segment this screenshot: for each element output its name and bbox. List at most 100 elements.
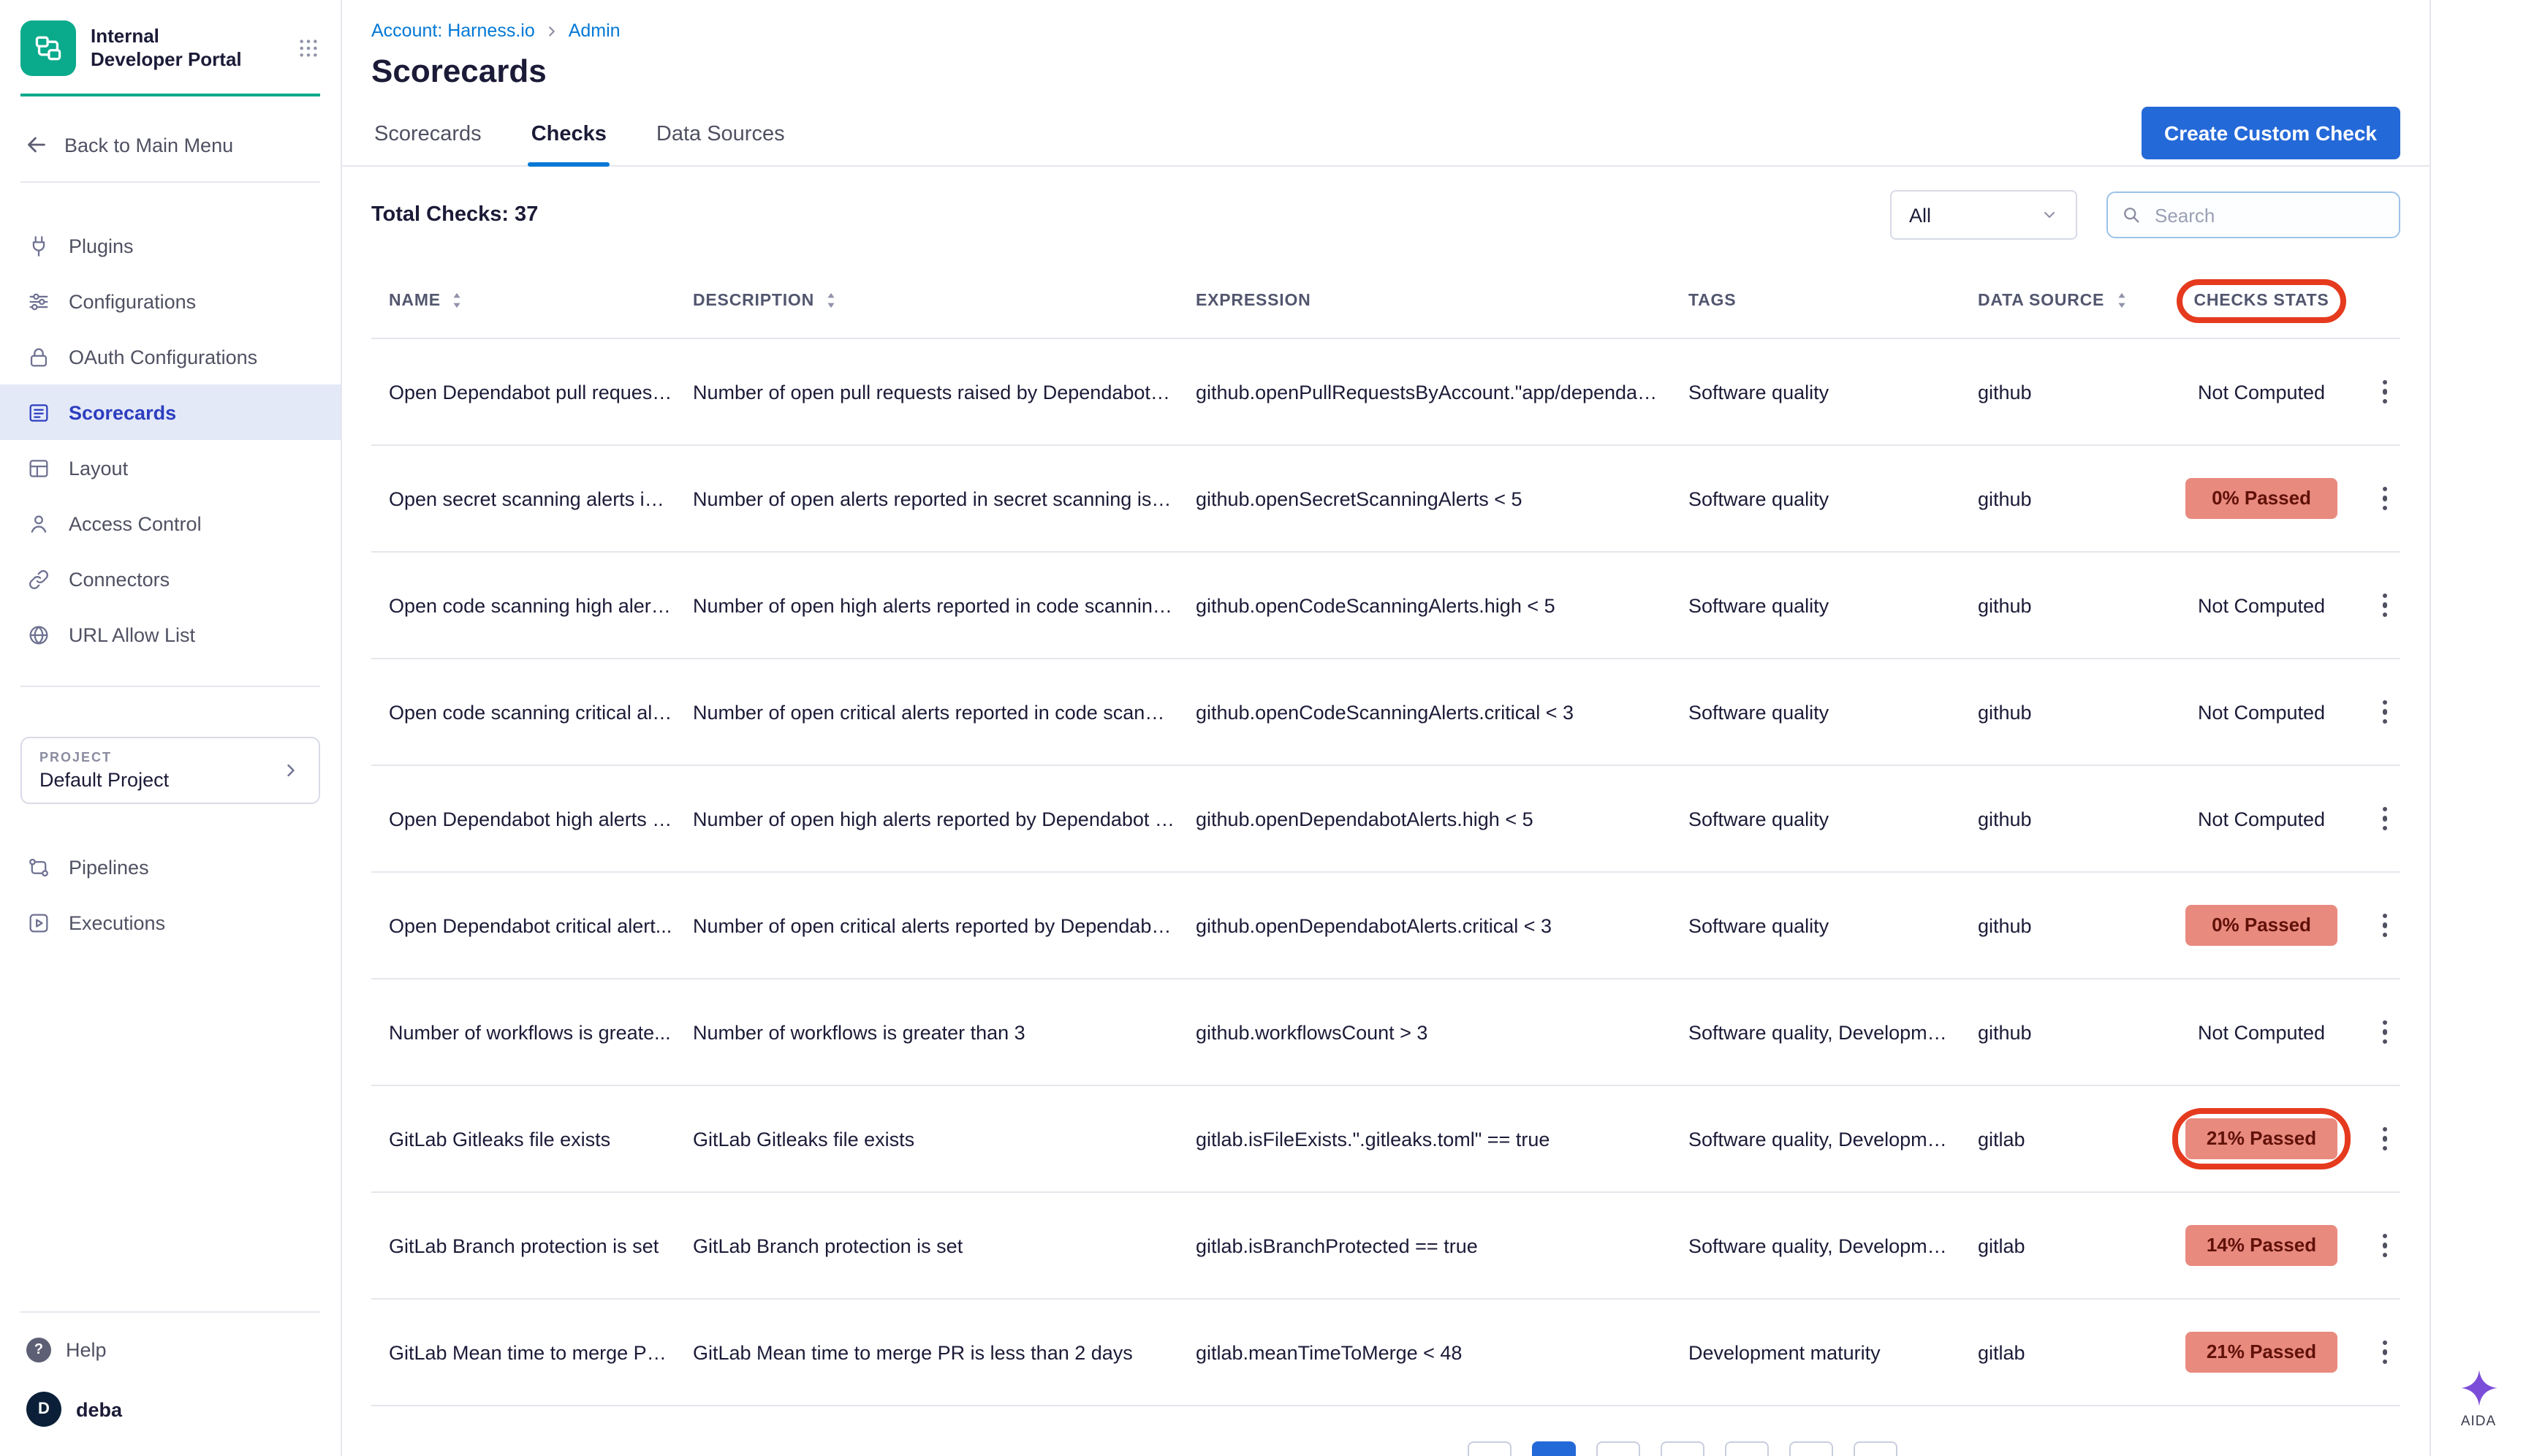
check-data-source: gitlab (1978, 1128, 2153, 1150)
create-custom-check-button[interactable]: Create Custom Check (2141, 106, 2400, 159)
divider (20, 181, 320, 183)
status-badge: 14% Passed (2185, 1225, 2337, 1266)
table-row[interactable]: Open Dependabot high alerts i... Number … (371, 766, 2400, 873)
page-button-5[interactable]: 5 (1789, 1441, 1833, 1456)
sort-icon[interactable] (450, 291, 466, 310)
table-body: Open Dependabot pull request... Number o… (371, 339, 2400, 1406)
sliders-icon (26, 289, 51, 314)
user-menu[interactable]: D deba (0, 1377, 341, 1441)
page-button-[interactable]: ‹ (1468, 1441, 1512, 1456)
sidebar-item-scorecards[interactable]: Scorecards (0, 384, 341, 440)
check-tags: Software quality, Development... (1688, 1128, 1978, 1150)
check-data-source: gitlab (1978, 1235, 2153, 1256)
table-row[interactable]: GitLab Mean time to merge PR ... GitLab … (371, 1300, 2400, 1406)
sort-icon[interactable] (2113, 291, 2129, 310)
project-name: Default Project (39, 769, 169, 791)
kebab-menu-icon[interactable] (2370, 1020, 2400, 1044)
sidebar-menu-secondary: Pipelines Executions (0, 804, 341, 950)
kebab-menu-icon[interactable] (2370, 380, 2400, 404)
column-label: DESCRIPTION (693, 292, 814, 309)
status-badge: 21% Passed (2185, 1332, 2337, 1373)
check-data-source: github (1978, 488, 2153, 509)
sidebar-item-layout[interactable]: Layout (0, 440, 341, 496)
page-button-3[interactable]: 3 (1661, 1441, 1704, 1456)
check-stats: 0% Passed (2153, 478, 2370, 519)
sidebar-item-configurations[interactable]: Configurations (0, 273, 341, 329)
status-badge: 0% Passed (2185, 478, 2337, 519)
sidebar-item-url-allow-list[interactable]: URL Allow List (0, 607, 341, 662)
back-label: Back to Main Menu (64, 134, 233, 156)
check-tags: Development maturity (1688, 1341, 1978, 1363)
check-tags: Software quality (1688, 914, 1978, 936)
project-selector[interactable]: PROJECT Default Project (20, 737, 320, 804)
table-row[interactable]: Open secret scanning alerts is ... Numbe… (371, 446, 2400, 553)
table-row[interactable]: Open Dependabot critical alert... Number… (371, 873, 2400, 979)
tab-checks[interactable]: Checks (528, 123, 610, 165)
column-header-data-source[interactable]: DATA SOURCE (1978, 291, 2153, 310)
chevron-right-icon (281, 760, 301, 781)
table-row[interactable]: Open code scanning high alert... Number … (371, 553, 2400, 659)
kebab-menu-icon[interactable] (2370, 487, 2400, 511)
page-button-[interactable]: › (1854, 1441, 1897, 1456)
check-stats: Not Computed (2153, 701, 2370, 723)
toolbar-right: All (1890, 190, 2400, 240)
kebab-menu-icon[interactable] (2370, 594, 2400, 618)
sidebar-item-access-control[interactable]: Access Control (0, 496, 341, 551)
sidebar-item-label: Connectors (69, 568, 170, 590)
help-button[interactable]: ? Help (0, 1322, 341, 1377)
table-row[interactable]: GitLab Gitleaks file exists GitLab Gitle… (371, 1086, 2400, 1193)
page-button-4[interactable]: 4 (1725, 1441, 1769, 1456)
sidebar-item-label: OAuth Configurations (69, 346, 257, 368)
toolbar: Total Checks: 37 All (342, 167, 2430, 263)
check-expression: gitlab.isFileExists.".gitleaks.toml" == … (1196, 1128, 1688, 1150)
filter-dropdown[interactable]: All (1890, 190, 2077, 240)
table-header: NAMEDESCRIPTION EXPRESSIONTAGS DATA SOURCE… (371, 263, 2400, 339)
kebab-menu-icon[interactable] (2370, 807, 2400, 831)
breadcrumb-admin-link[interactable]: Admin (569, 20, 621, 41)
breadcrumb-account-link[interactable]: Account: Harness.io (371, 20, 535, 41)
page-button-1[interactable]: 1 (1532, 1441, 1576, 1456)
checks-table: NAMEDESCRIPTION EXPRESSIONTAGS DATA SOURCE… (342, 263, 2430, 1406)
check-name: Open Dependabot high alerts i... (371, 808, 693, 830)
page-button-2[interactable]: 2 (1596, 1441, 1640, 1456)
sidebar-item-oauth-configurations[interactable]: OAuth Configurations (0, 329, 341, 384)
kebab-menu-icon[interactable] (2370, 700, 2400, 724)
kebab-menu-icon[interactable] (2370, 1234, 2400, 1258)
aida-assistant-button[interactable]: AIDA (2459, 1368, 2498, 1430)
check-expression: github.openDependabotAlerts.high < 5 (1196, 808, 1688, 830)
aida-sparkle-icon (2459, 1368, 2498, 1408)
column-header-name[interactable]: NAME (371, 291, 693, 310)
search-input[interactable] (2106, 192, 2400, 238)
tab-data-sources[interactable]: Data Sources (653, 123, 788, 165)
column-header-description[interactable]: DESCRIPTION (693, 291, 1196, 310)
column-label: TAGS (1688, 292, 1736, 309)
kebab-menu-icon[interactable] (2370, 1127, 2400, 1151)
back-to-main-menu[interactable]: Back to Main Menu (0, 132, 341, 158)
check-tags: Software quality (1688, 488, 1978, 509)
sort-icon[interactable] (823, 291, 839, 310)
check-description: GitLab Gitleaks file exists (693, 1128, 1196, 1150)
sidebar-item-label: Access Control (69, 512, 202, 534)
project-label: PROJECT (39, 750, 169, 765)
check-name: GitLab Mean time to merge PR ... (371, 1341, 693, 1363)
scorecard-icon (26, 400, 51, 425)
layout-icon (26, 455, 51, 480)
table-row[interactable]: Open Dependabot pull request... Number o… (371, 339, 2400, 446)
kebab-menu-icon[interactable] (2370, 914, 2400, 938)
column-header-expression: EXPRESSION (1196, 292, 1688, 309)
kebab-menu-icon[interactable] (2370, 1341, 2400, 1365)
check-description: Number of workflows is greater than 3 (693, 1021, 1196, 1043)
check-data-source: github (1978, 701, 2153, 723)
sidebar-item-plugins[interactable]: Plugins (0, 218, 341, 273)
status-badge: 0% Passed (2185, 905, 2337, 946)
sidebar-item-pipelines[interactable]: Pipelines (0, 839, 341, 895)
table-row[interactable]: GitLab Branch protection is set GitLab B… (371, 1193, 2400, 1300)
table-row[interactable]: Number of workflows is greate... Number … (371, 979, 2400, 1086)
tab-scorecards[interactable]: Scorecards (371, 123, 485, 165)
page: Internal Developer Portal Back to Main M… (0, 0, 2526, 1456)
table-row[interactable]: Open code scanning critical ale... Numbe… (371, 659, 2400, 766)
app-switcher-grid-icon[interactable] (297, 37, 320, 60)
sidebar-item-connectors[interactable]: Connectors (0, 551, 341, 607)
sidebar-item-executions[interactable]: Executions (0, 895, 341, 950)
tab-bar-tabs: Scorecards Checks Data Sources (371, 108, 788, 165)
